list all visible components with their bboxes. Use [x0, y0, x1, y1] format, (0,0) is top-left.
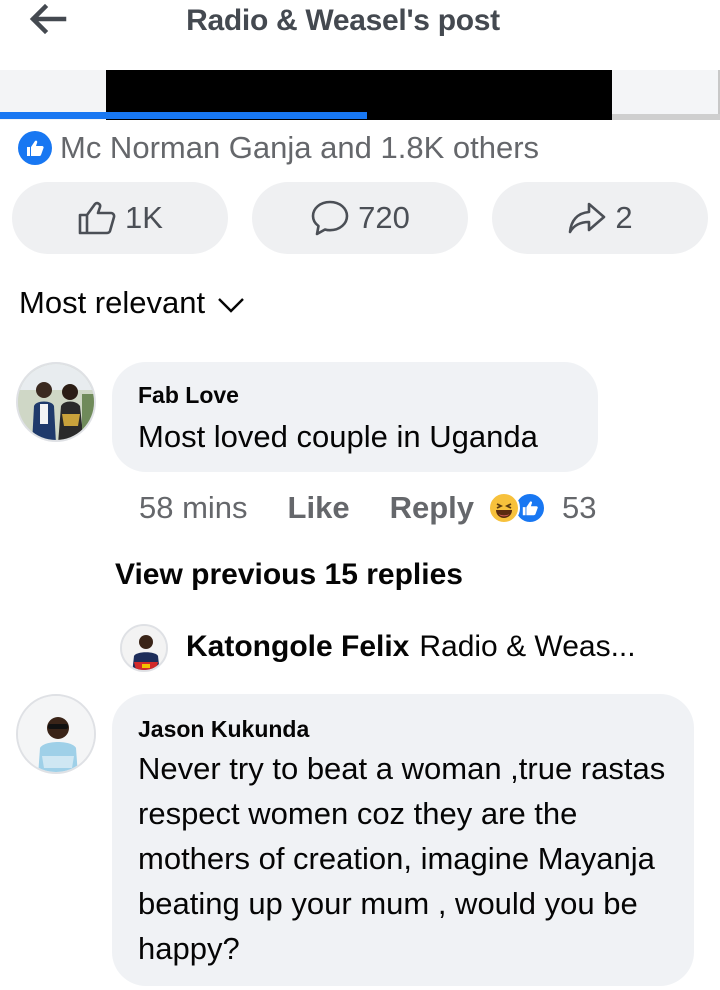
- reactions-summary[interactable]: Mc Norman Ganja and 1.8K others: [18, 130, 539, 166]
- avatar[interactable]: [16, 694, 96, 774]
- comment-bubble[interactable]: Jason Kukunda Never try to beat a woman …: [112, 694, 694, 986]
- avatar[interactable]: [16, 362, 96, 442]
- comment-text: Never try to beat a woman ,true rastas r…: [138, 751, 666, 966]
- share-button[interactable]: 2: [492, 182, 708, 254]
- media-shadow: [612, 114, 720, 120]
- haha-icon: [488, 492, 520, 524]
- comment-icon: [311, 200, 349, 236]
- comment-time[interactable]: 58 mins: [139, 490, 248, 526]
- comment-like-button[interactable]: Like: [288, 490, 350, 526]
- media-next-image[interactable]: [612, 70, 720, 114]
- comment-meta: 58 mins Like Reply 53: [139, 488, 596, 528]
- comment-bubble[interactable]: Fab Love Most loved couple in Uganda: [112, 362, 598, 472]
- thumbs-up-icon: [18, 131, 52, 165]
- comment-author[interactable]: Fab Love: [138, 382, 239, 409]
- page-title: Radio & Weasel's post: [186, 4, 500, 37]
- comment-reply-button[interactable]: Reply: [390, 490, 474, 526]
- comment-button[interactable]: 720: [252, 182, 468, 254]
- media-progress-bar: [0, 112, 368, 119]
- share-count: 2: [615, 200, 633, 235]
- like-count: 1K: [125, 200, 163, 235]
- like-button[interactable]: 1K: [12, 182, 228, 254]
- comment-count: 720: [358, 200, 410, 235]
- reactions-text: Mc Norman Ganja and 1.8K others: [60, 130, 540, 165]
- chevron-down-icon: [218, 298, 244, 313]
- reply-author[interactable]: Katongole Felix: [186, 630, 409, 663]
- reaction-count[interactable]: 53: [562, 490, 596, 526]
- thumbs-up-outline-icon: [78, 201, 116, 235]
- comment-sort-dropdown[interactable]: Most relevant: [19, 285, 245, 321]
- view-previous-replies-link[interactable]: View previous 15 replies: [115, 558, 463, 592]
- reply-preview[interactable]: Katongole Felix Radio & Weas...: [186, 630, 636, 664]
- share-icon: [569, 202, 606, 234]
- comment-author[interactable]: Jason Kukunda: [138, 716, 309, 743]
- reply-snippet: Radio & Weas...: [419, 630, 636, 663]
- avatar[interactable]: [120, 624, 168, 672]
- sort-label: Most relevant: [19, 285, 206, 320]
- top-bar: Radio & Weasel's post: [0, 0, 720, 48]
- comment-text: Most loved couple in Uganda: [138, 419, 538, 454]
- comment-reactions[interactable]: [488, 492, 546, 524]
